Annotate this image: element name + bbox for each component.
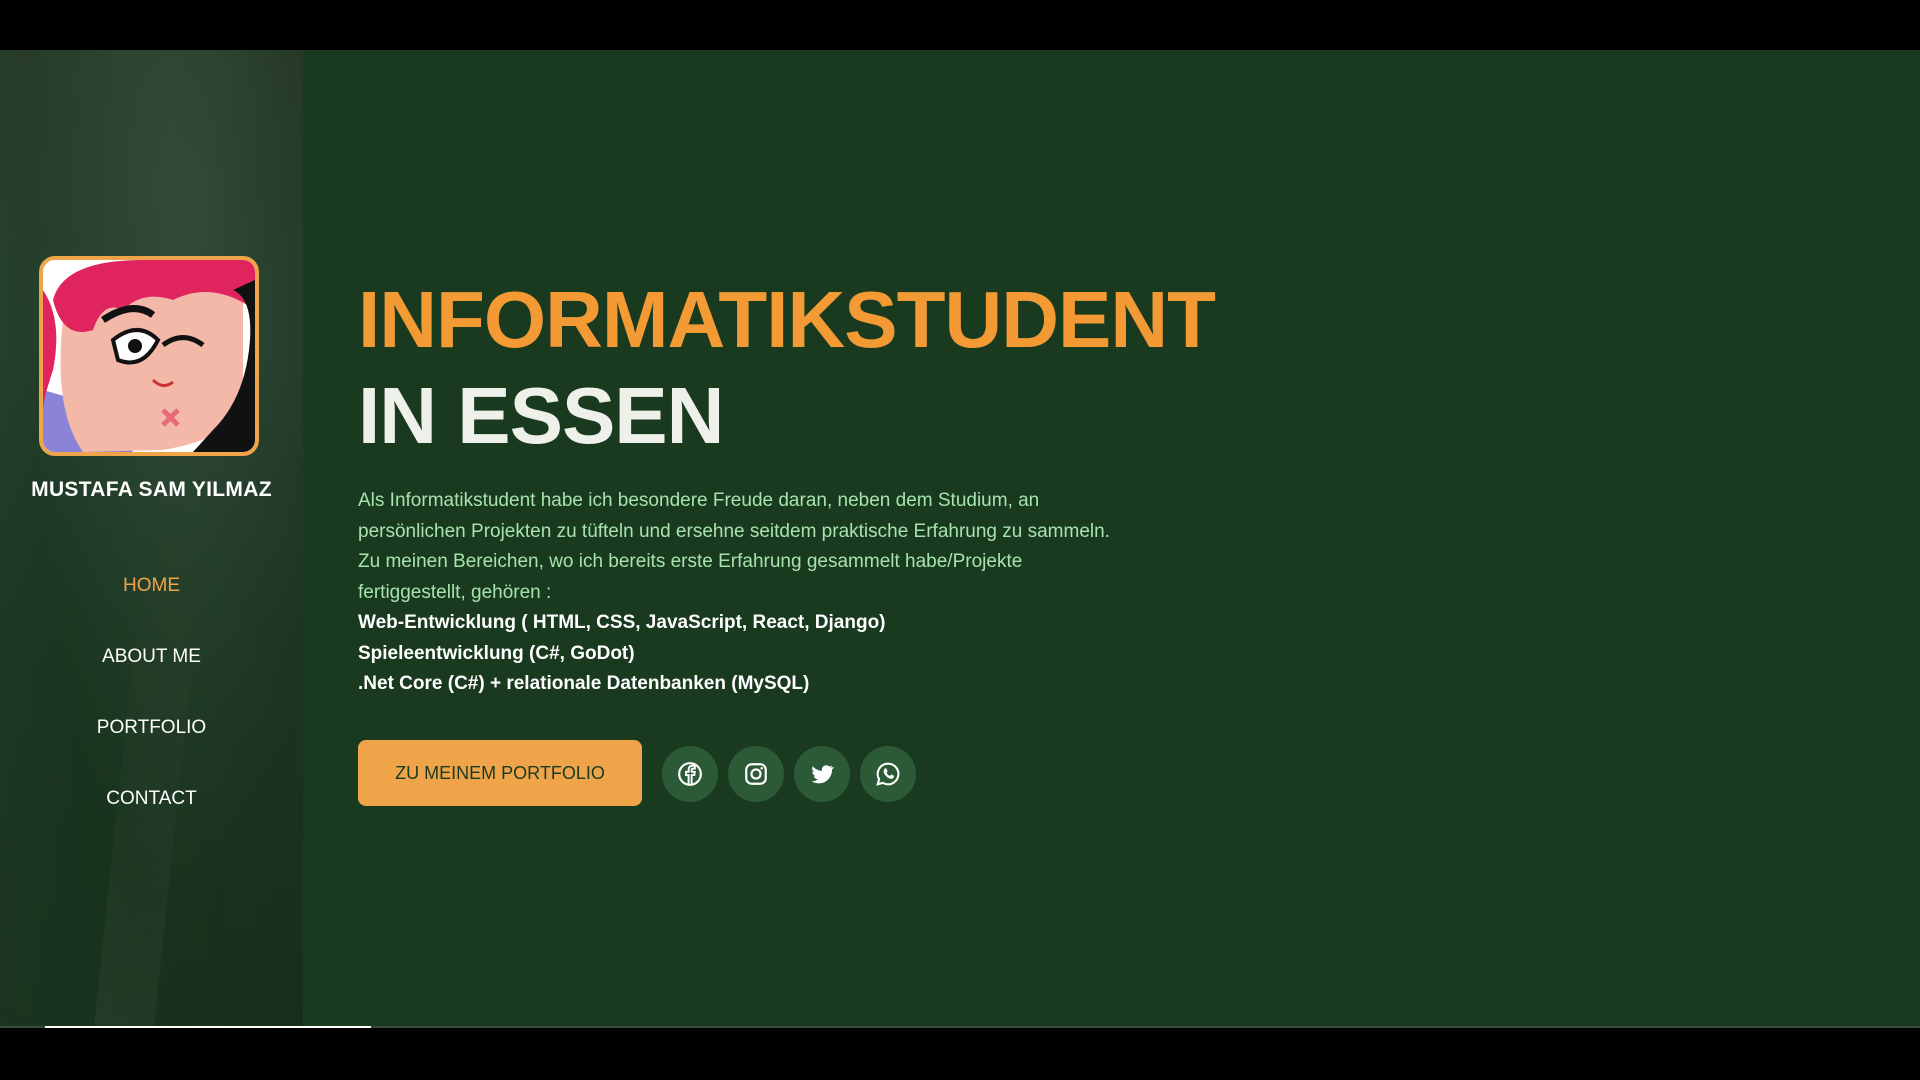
hero-section: INFORMATIKSTUDENT IN ESSEN Als Informati… (303, 50, 1920, 1028)
page-viewport: MUSTAFA SAM YILMAZ HOME ABOUT ME PORTFOL… (0, 50, 1920, 1028)
twitter-link[interactable] (794, 746, 850, 802)
skills-list: Web-Entwicklung ( HTML, CSS, JavaScript,… (358, 608, 1118, 700)
social-links (662, 746, 916, 802)
whatsapp-link[interactable] (860, 746, 916, 802)
skill-item: Web-Entwicklung ( HTML, CSS, JavaScript,… (358, 612, 886, 633)
instagram-icon (745, 763, 767, 785)
headline-primary: INFORMATIKSTUDENT (358, 275, 1216, 364)
nav-about-me[interactable]: ABOUT ME (0, 639, 303, 710)
sidebar: MUSTAFA SAM YILMAZ HOME ABOUT ME PORTFOL… (0, 50, 303, 1028)
avatar (39, 256, 259, 456)
facebook-link[interactable] (662, 746, 718, 802)
skill-item: .Net Core (C#) + relationale Datenbanken… (358, 673, 810, 694)
nav-home[interactable]: HOME (0, 568, 303, 639)
twitter-icon (811, 765, 835, 784)
intro-paragraph: Als Informatikstudent habe ich besondere… (358, 490, 1110, 603)
facebook-icon (678, 762, 702, 786)
sidebar-nav: HOME ABOUT ME PORTFOLIO CONTACT (0, 568, 303, 852)
profile-name: MUSTAFA SAM YILMAZ (31, 478, 272, 501)
instagram-link[interactable] (728, 746, 784, 802)
bottom-letterbox (0, 1028, 1920, 1080)
portfolio-button[interactable]: ZU MEINEM PORTFOLIO (358, 740, 642, 806)
avatar-illustration (43, 260, 255, 452)
top-letterbox (0, 0, 1920, 50)
headline-secondary: IN ESSEN (358, 371, 724, 460)
nav-portfolio[interactable]: PORTFOLIO (0, 710, 303, 781)
whatsapp-icon (876, 762, 900, 786)
skill-item: Spieleentwicklung (C#, GoDot) (358, 642, 635, 664)
nav-contact[interactable]: CONTACT (0, 781, 303, 852)
